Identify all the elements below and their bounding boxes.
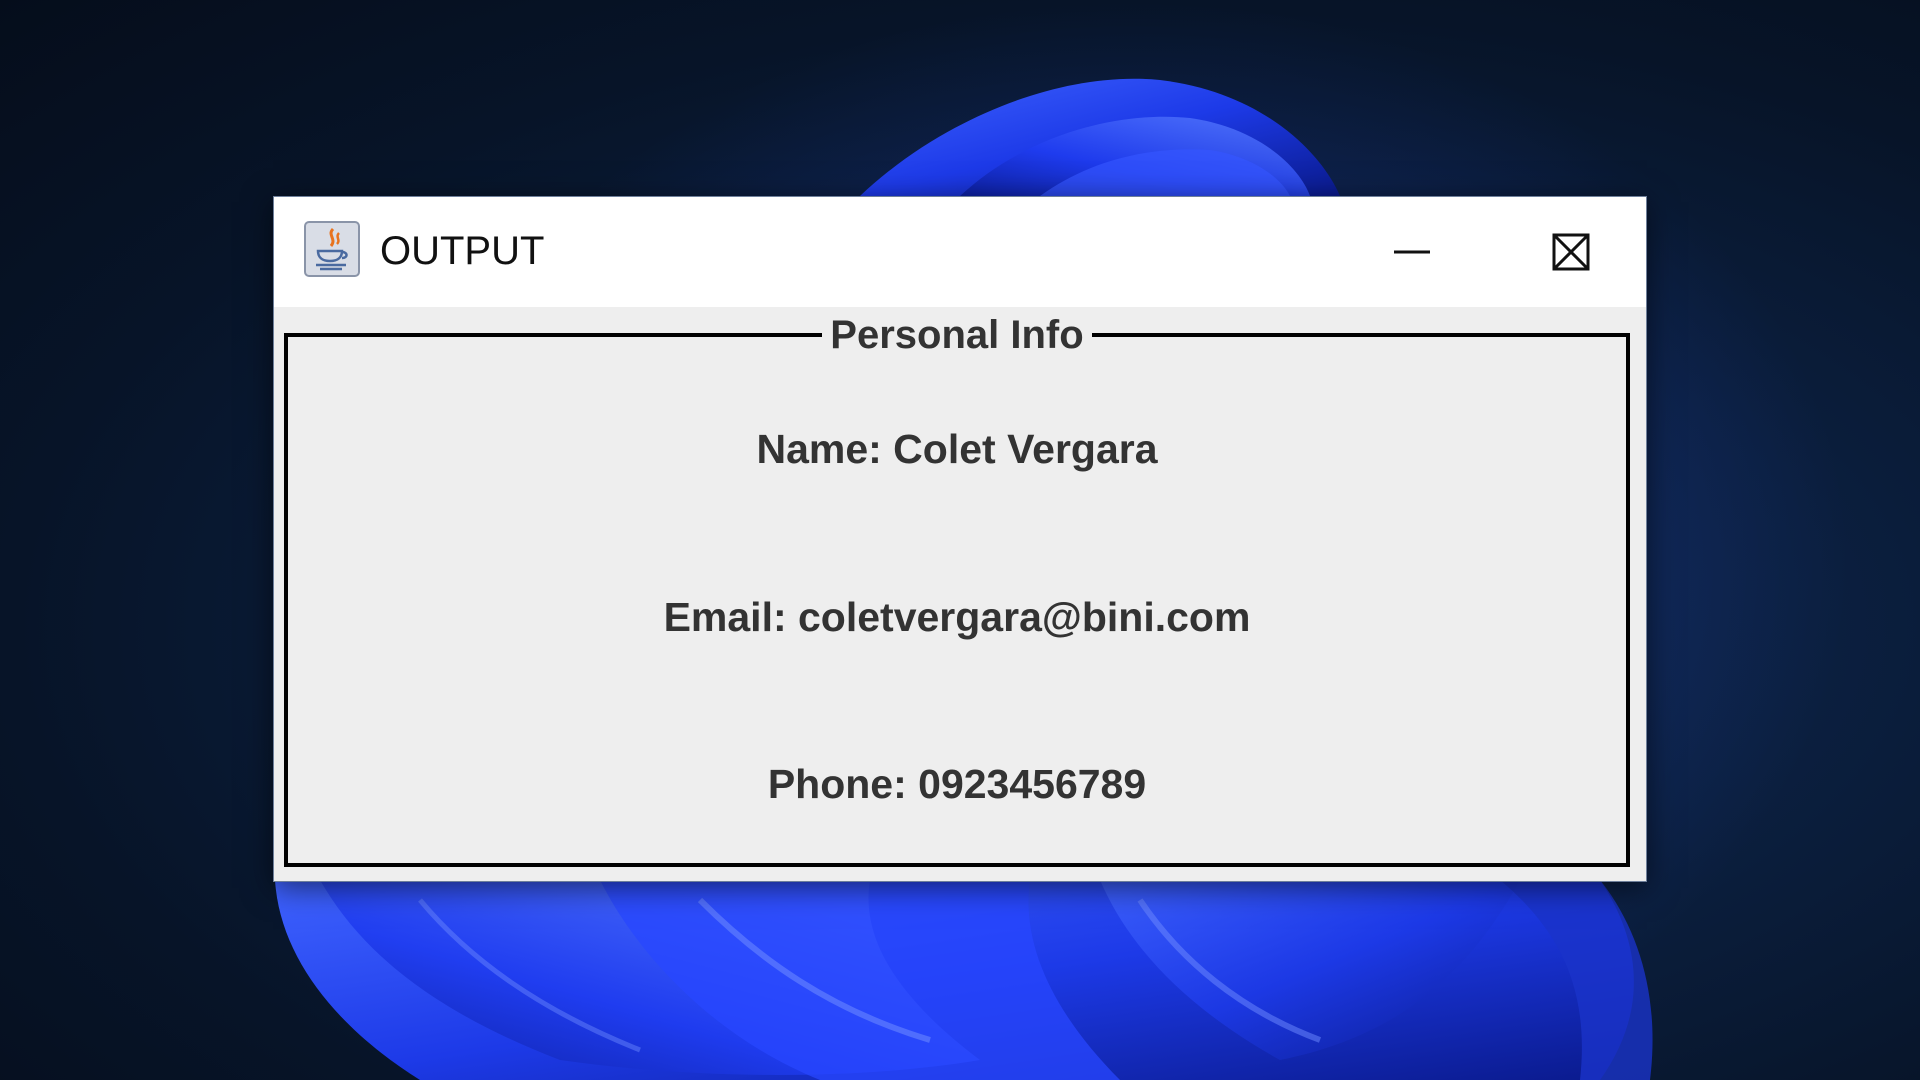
title-bar[interactable]: OUTPUT xyxy=(274,197,1646,307)
window-title: OUTPUT xyxy=(380,229,545,273)
close-icon xyxy=(1552,233,1590,271)
close-button[interactable] xyxy=(1496,197,1646,307)
personal-info-panel: Personal Info Name: Colet Vergara Email:… xyxy=(284,313,1630,867)
phone-label: Phone: 0923456789 xyxy=(767,761,1147,807)
name-label: Name: Colet Vergara xyxy=(756,426,1158,472)
minimize-icon xyxy=(1394,250,1430,254)
minimize-button[interactable] xyxy=(1337,197,1487,307)
java-cup-icon xyxy=(304,221,360,277)
output-window[interactable]: OUTPUT Personal Info Name: Colet Vergara… xyxy=(273,196,1647,882)
email-label: Email: coletvergara@bini.com xyxy=(663,594,1251,640)
panel-legend-text: Personal Info xyxy=(822,313,1092,357)
panel-legend: Personal Info xyxy=(288,313,1626,357)
